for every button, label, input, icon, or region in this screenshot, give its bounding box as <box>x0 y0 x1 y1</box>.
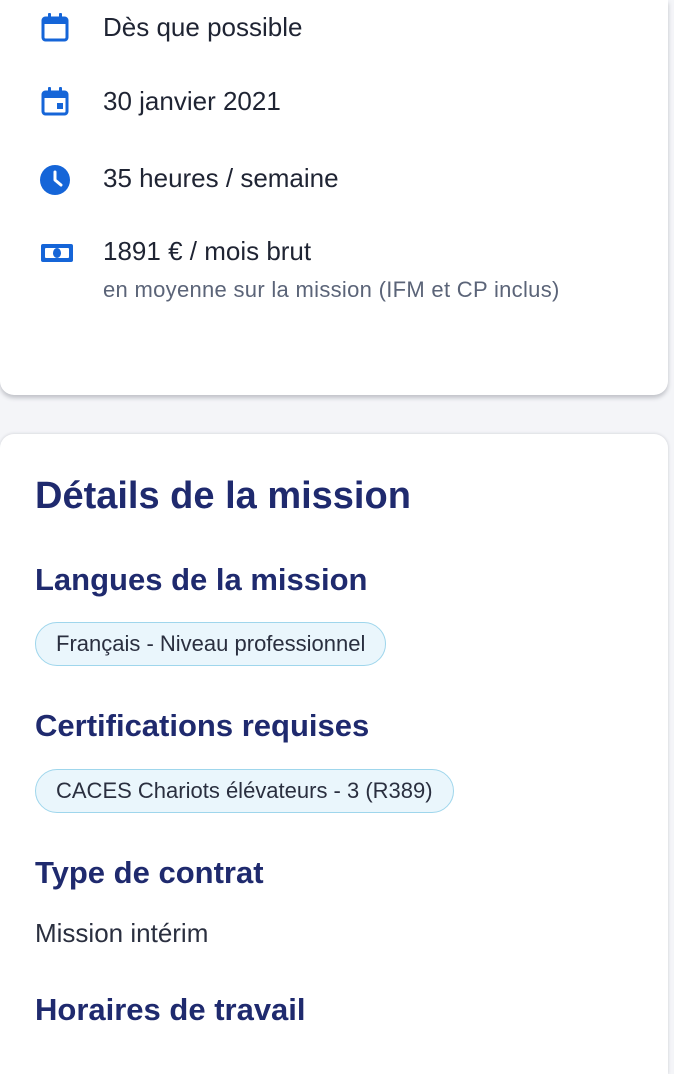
contract-type-heading: Type de contrat <box>35 855 264 890</box>
clock-icon <box>40 165 70 195</box>
salary-row: 1891 € / mois brut en moyenne sur la mis… <box>0 236 640 346</box>
start-date-text: Dès que possible <box>103 12 303 42</box>
hours-row: 35 heures / semaine <box>0 163 640 195</box>
end-date-text: 30 janvier 2021 <box>103 86 281 116</box>
banknote-icon <box>40 241 73 271</box>
hours-text: 35 heures / semaine <box>103 163 339 193</box>
salary-note: en moyenne sur la mission (IFM et CP inc… <box>103 277 560 302</box>
details-title: Détails de la mission <box>35 475 411 517</box>
contract-type-value: Mission intérim <box>35 918 209 948</box>
calendar-icon <box>40 86 70 116</box>
mission-details-card <box>0 434 668 1074</box>
mission-summary-card: Dès que possible 30 janvier 2021 35 heur… <box>0 0 668 395</box>
certifications-heading: Certifications requises <box>35 708 370 743</box>
end-date-row: 30 janvier 2021 <box>0 86 640 118</box>
work-hours-heading: Horaires de travail <box>35 992 306 1027</box>
start-date-row: Dès que possible <box>0 12 640 44</box>
languages-heading: Langues de la mission <box>35 562 368 597</box>
certification-chip: CACES Chariots élévateurs - 3 (R389) <box>35 769 454 813</box>
salary-text: 1891 € / mois brut <box>103 236 312 266</box>
language-chip: Français - Niveau professionnel <box>35 622 387 666</box>
calendar-icon <box>40 12 70 42</box>
